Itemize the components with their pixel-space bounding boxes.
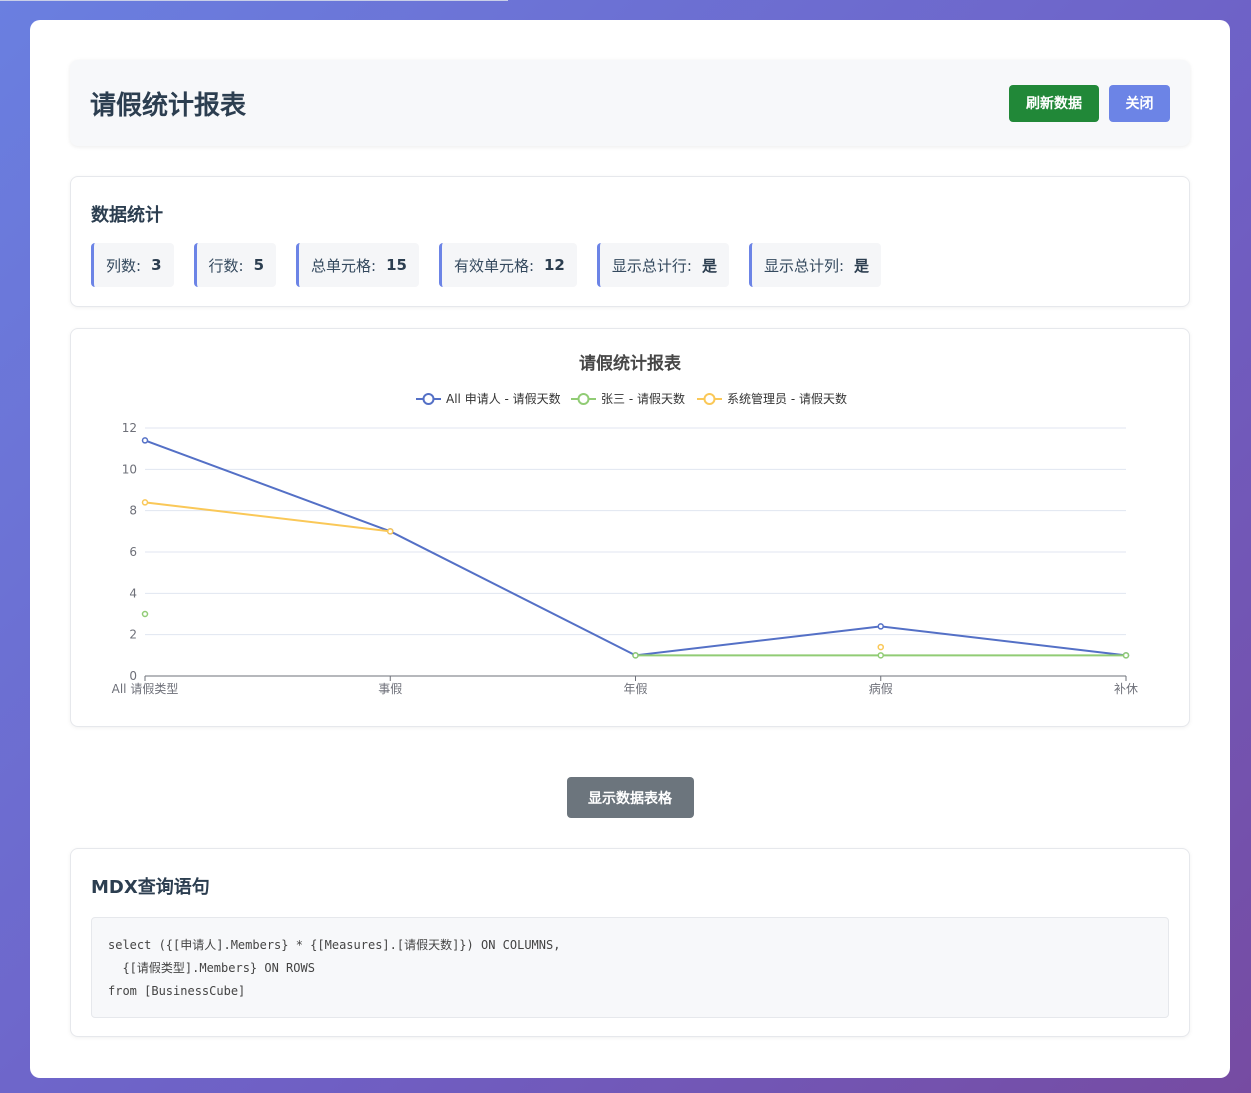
x-tick-label: All 请假类型 (112, 682, 179, 696)
stat-label: 列数: (106, 256, 142, 275)
legend-marker (703, 393, 716, 405)
stat-value: 12 (544, 256, 565, 274)
stat-value: 是 (701, 256, 717, 275)
stat-rows: 行数: 5 (193, 243, 276, 287)
x-tick-label: 事假 (378, 682, 402, 696)
page-header: 请假统计报表 刷新数据 关闭 (70, 60, 1190, 146)
mdx-card: MDX查询语句 select ({[申请人].Members} * {[Meas… (70, 848, 1190, 1037)
legend-label: All 申请人 - 请假天数 (446, 391, 561, 406)
data-point (141, 499, 149, 506)
y-tick-label: 6 (129, 545, 137, 559)
mdx-code: select ({[申请人].Members} * {[Measures].[请… (91, 917, 1169, 1018)
show-table-button[interactable]: 显示数据表格 (566, 777, 694, 818)
stat-value: 是 (854, 256, 870, 275)
stat-show-total-column: 显示总计列: 是 (748, 243, 882, 287)
legend-marker (422, 393, 435, 405)
data-point (141, 437, 149, 444)
y-tick-label: 10 (122, 462, 137, 476)
stat-show-total-row: 显示总计行: 是 (596, 243, 729, 287)
stat-label: 有效单元格: (453, 256, 534, 275)
legend-marker (577, 393, 590, 405)
stat-label: 行数: (208, 256, 244, 275)
stat-total-cells: 总单元格: 15 (296, 243, 419, 287)
chart-title: 请假统计报表 (579, 353, 682, 374)
stats-title: 数据统计 (91, 205, 163, 226)
x-tick-label: 补休 (1114, 682, 1138, 696)
stat-valid-cells: 有效单元格: 12 (438, 243, 577, 287)
y-tick-label: 4 (129, 586, 137, 600)
chart-card: 请假统计报表 All 申请人 - 请假天数 张三 - 请假天数 系统管理员 - 请假天… (70, 328, 1190, 727)
close-button[interactable]: 关闭 (1109, 84, 1170, 122)
series-line (144, 439, 1127, 657)
stat-value: 5 (253, 256, 264, 274)
window-top-edge (0, 0, 508, 1)
y-tick-label: 2 (129, 628, 137, 642)
data-point (141, 610, 149, 618)
data-point (1122, 652, 1130, 659)
stats-row: 列数: 3 行数: 5 总单元格: 15 有效单元格: 12 显示总计行: 是 … (91, 243, 1169, 287)
x-tick-label: 病假 (869, 681, 893, 696)
data-point (632, 652, 639, 659)
page-title: 请假统计报表 (90, 90, 247, 121)
y-tick-label: 8 (129, 504, 137, 518)
legend-label: 张三 - 请假天数 (601, 391, 685, 406)
header-actions: 刷新数据 关闭 (1009, 84, 1170, 122)
legend-label: 系统管理员 - 请假天数 (727, 391, 847, 406)
toggle-wrap: 显示数据表格 (70, 777, 1190, 818)
data-point (877, 652, 884, 659)
stat-value: 3 (151, 256, 162, 274)
x-tick-label: 年假 (623, 682, 647, 696)
data-point (877, 623, 884, 630)
data-point (387, 528, 394, 535)
stat-label: 显示总计列: (763, 256, 845, 275)
data-point (877, 643, 884, 651)
y-tick-label: 12 (122, 421, 137, 435)
stat-columns: 列数: 3 (91, 243, 174, 287)
stat-label: 总单元格: (311, 256, 377, 275)
stats-card: 数据统计 列数: 3 行数: 5 总单元格: 15 有效单元格: 12 显示总计… (70, 176, 1190, 307)
refresh-button[interactable]: 刷新数据 (1009, 84, 1099, 122)
line-chart: 请假统计报表 All 申请人 - 请假天数 张三 - 请假天数 系统管理员 - 请假天… (112, 353, 1138, 696)
stat-value: 15 (386, 256, 407, 274)
stat-label: 显示总计行: (611, 256, 692, 275)
report-container: 请假统计报表 刷新数据 关闭 数据统计 列数: 3 行数: 5 总单元格: 15… (30, 20, 1230, 1078)
y-tick-label: 0 (129, 669, 137, 683)
mdx-title: MDX查询语句 (91, 877, 210, 898)
